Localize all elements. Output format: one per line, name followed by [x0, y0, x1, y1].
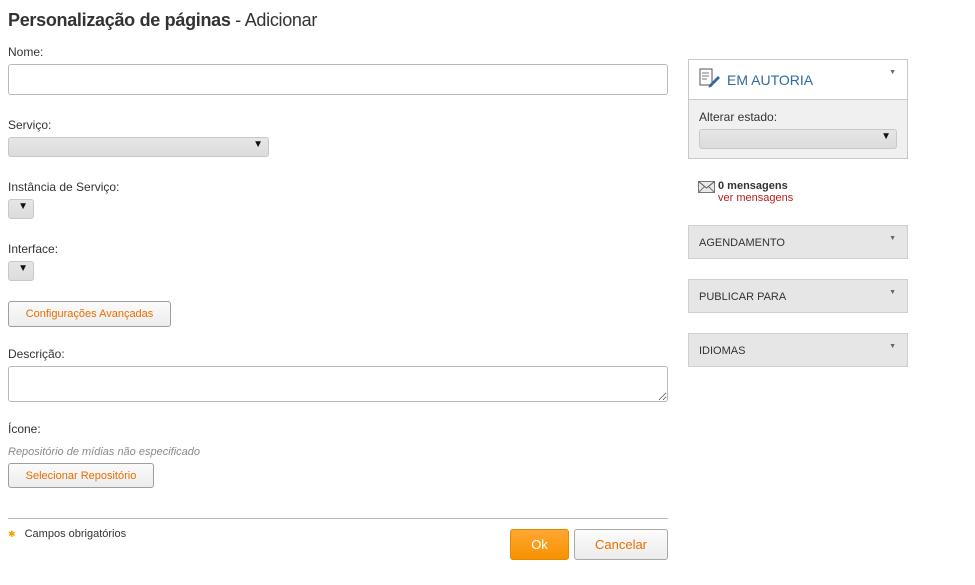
service-label: Serviço: [8, 118, 52, 132]
service-instance-select[interactable]: ▼ [8, 199, 34, 219]
service-select[interactable]: ▼ [8, 137, 269, 157]
form-divider [8, 518, 668, 519]
ok-button[interactable]: Ok [510, 529, 569, 560]
status-panel-title: EM AUTORIA [727, 72, 814, 88]
triangle-down-icon[interactable]: ▼ [889, 69, 896, 76]
section-languages[interactable]: IDIOMAS ▼ [688, 333, 908, 367]
advanced-settings-button[interactable]: Configurações Avançadas [8, 301, 171, 327]
triangle-down-icon: ▼ [889, 235, 896, 242]
change-state-select[interactable]: ▼ [699, 129, 897, 149]
cancel-button[interactable]: Cancelar [574, 529, 668, 560]
description-label: Descrição: [8, 347, 65, 361]
section-publish-to-label: PUBLICAR PARA [699, 291, 787, 303]
icon-label: Ícone: [8, 422, 41, 436]
asterisk-icon: ✱ [8, 529, 16, 539]
page-title-main: Personalização de páginas [8, 10, 231, 30]
dropdown-arrow-icon: ▼ [18, 201, 28, 212]
page-title: Personalização de páginas - Adicionar [8, 10, 317, 31]
name-label: Nome: [8, 45, 44, 59]
interface-select[interactable]: ▼ [8, 261, 34, 281]
required-note: ✱ Campos obrigatórios [8, 528, 126, 540]
document-edit-icon [699, 68, 721, 93]
dropdown-arrow-icon: ▼ [18, 263, 28, 274]
name-input[interactable] [8, 64, 668, 95]
required-note-text: Campos obrigatórios [24, 528, 127, 540]
envelope-icon [698, 180, 715, 198]
dropdown-arrow-icon: ▼ [253, 139, 263, 150]
status-panel-body: Alterar estado: ▼ [689, 99, 907, 158]
triangle-down-icon: ▼ [889, 289, 896, 296]
triangle-down-icon: ▼ [889, 343, 896, 350]
description-textarea[interactable] [8, 366, 668, 402]
service-instance-label: Instância de Serviço: [8, 180, 120, 194]
page-title-subtitle: - Adicionar [235, 10, 318, 30]
status-panel-header[interactable]: EM AUTORIA ▼ [689, 60, 907, 99]
interface-label: Interface: [8, 242, 59, 256]
status-panel: EM AUTORIA ▼ Alterar estado: ▼ [688, 59, 908, 159]
messages-count: 0 mensagens [718, 180, 788, 192]
section-scheduling[interactable]: AGENDAMENTO ▼ [688, 225, 908, 259]
dropdown-arrow-icon: ▼ [881, 131, 891, 142]
view-messages-link[interactable]: ver mensagens [718, 192, 793, 204]
select-repository-button[interactable]: Selecionar Repositório [8, 463, 154, 488]
section-publish-to[interactable]: PUBLICAR PARA ▼ [688, 279, 908, 313]
change-state-label: Alterar estado: [699, 110, 778, 124]
icon-repository-hint: Repositório de mídias não especificado [8, 446, 201, 458]
section-languages-label: IDIOMAS [699, 345, 746, 357]
section-scheduling-label: AGENDAMENTO [699, 237, 785, 249]
